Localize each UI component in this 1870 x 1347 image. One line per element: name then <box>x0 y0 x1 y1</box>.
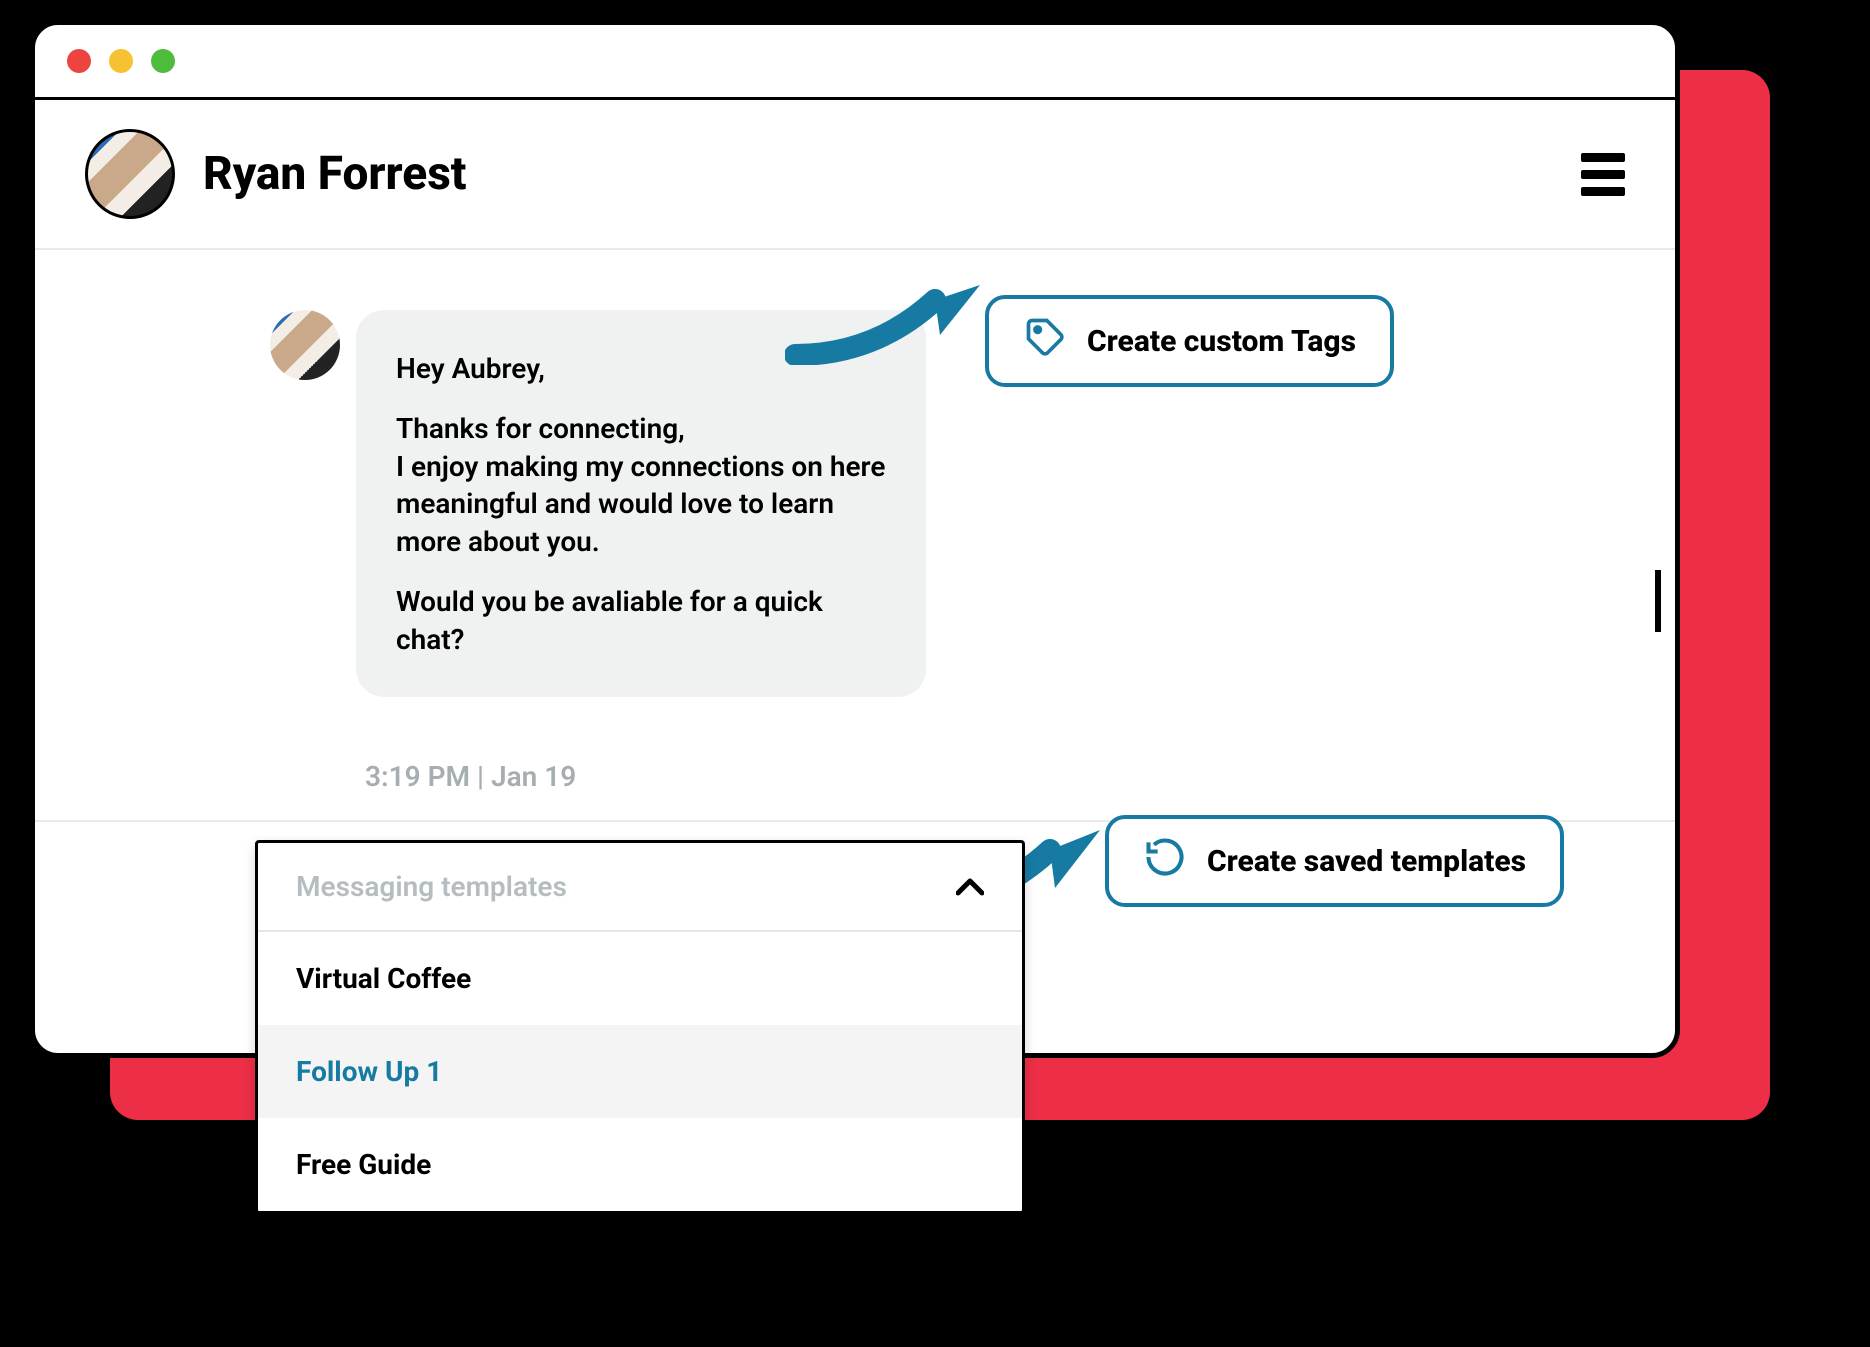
templates-dropdown-toggle[interactable]: Messaging templates <box>258 843 1022 932</box>
header-left: Ryan Forrest <box>85 129 467 219</box>
create-tags-button[interactable]: Create custom Tags <box>985 295 1394 387</box>
arrow-icon <box>785 270 985 365</box>
templates-dropdown-item[interactable]: Virtual Coffee <box>258 932 1022 1025</box>
menu-icon[interactable] <box>1581 153 1625 196</box>
conversation-header: Ryan Forrest <box>35 100 1675 250</box>
user-name: Ryan Forrest <box>203 147 467 201</box>
avatar[interactable] <box>85 129 175 219</box>
create-tags-label: Create custom Tags <box>1087 324 1356 359</box>
text-cursor <box>1655 570 1661 632</box>
message-cta: Would you be avaliable for a quick chat? <box>396 583 886 659</box>
message-bubble: Hey Aubrey, Thanks for connecting,I enjo… <box>356 310 926 697</box>
templates-dropdown-title: Messaging templates <box>296 870 567 903</box>
message-row: Hey Aubrey, Thanks for connecting,I enjo… <box>270 310 926 697</box>
refresh-icon <box>1143 835 1187 887</box>
templates-dropdown-item[interactable]: Free Guide <box>258 1118 1022 1211</box>
templates-dropdown-item[interactable]: Follow Up 1 <box>258 1025 1022 1118</box>
create-templates-label: Create saved templates <box>1207 844 1526 879</box>
tag-icon <box>1023 315 1067 367</box>
message-body: Thanks for connecting,I enjoy making my … <box>396 410 886 561</box>
window-titlebar <box>35 25 1675 100</box>
message-timestamp: 3:19 PM | Jan 19 <box>365 760 576 793</box>
templates-dropdown: Messaging templates Virtual CoffeeFollow… <box>255 840 1025 1214</box>
window-maximize-dot[interactable] <box>151 49 175 73</box>
chevron-up-icon <box>956 869 984 904</box>
window-close-dot[interactable] <box>67 49 91 73</box>
avatar <box>270 310 340 380</box>
window-minimize-dot[interactable] <box>109 49 133 73</box>
create-templates-button[interactable]: Create saved templates <box>1105 815 1564 907</box>
